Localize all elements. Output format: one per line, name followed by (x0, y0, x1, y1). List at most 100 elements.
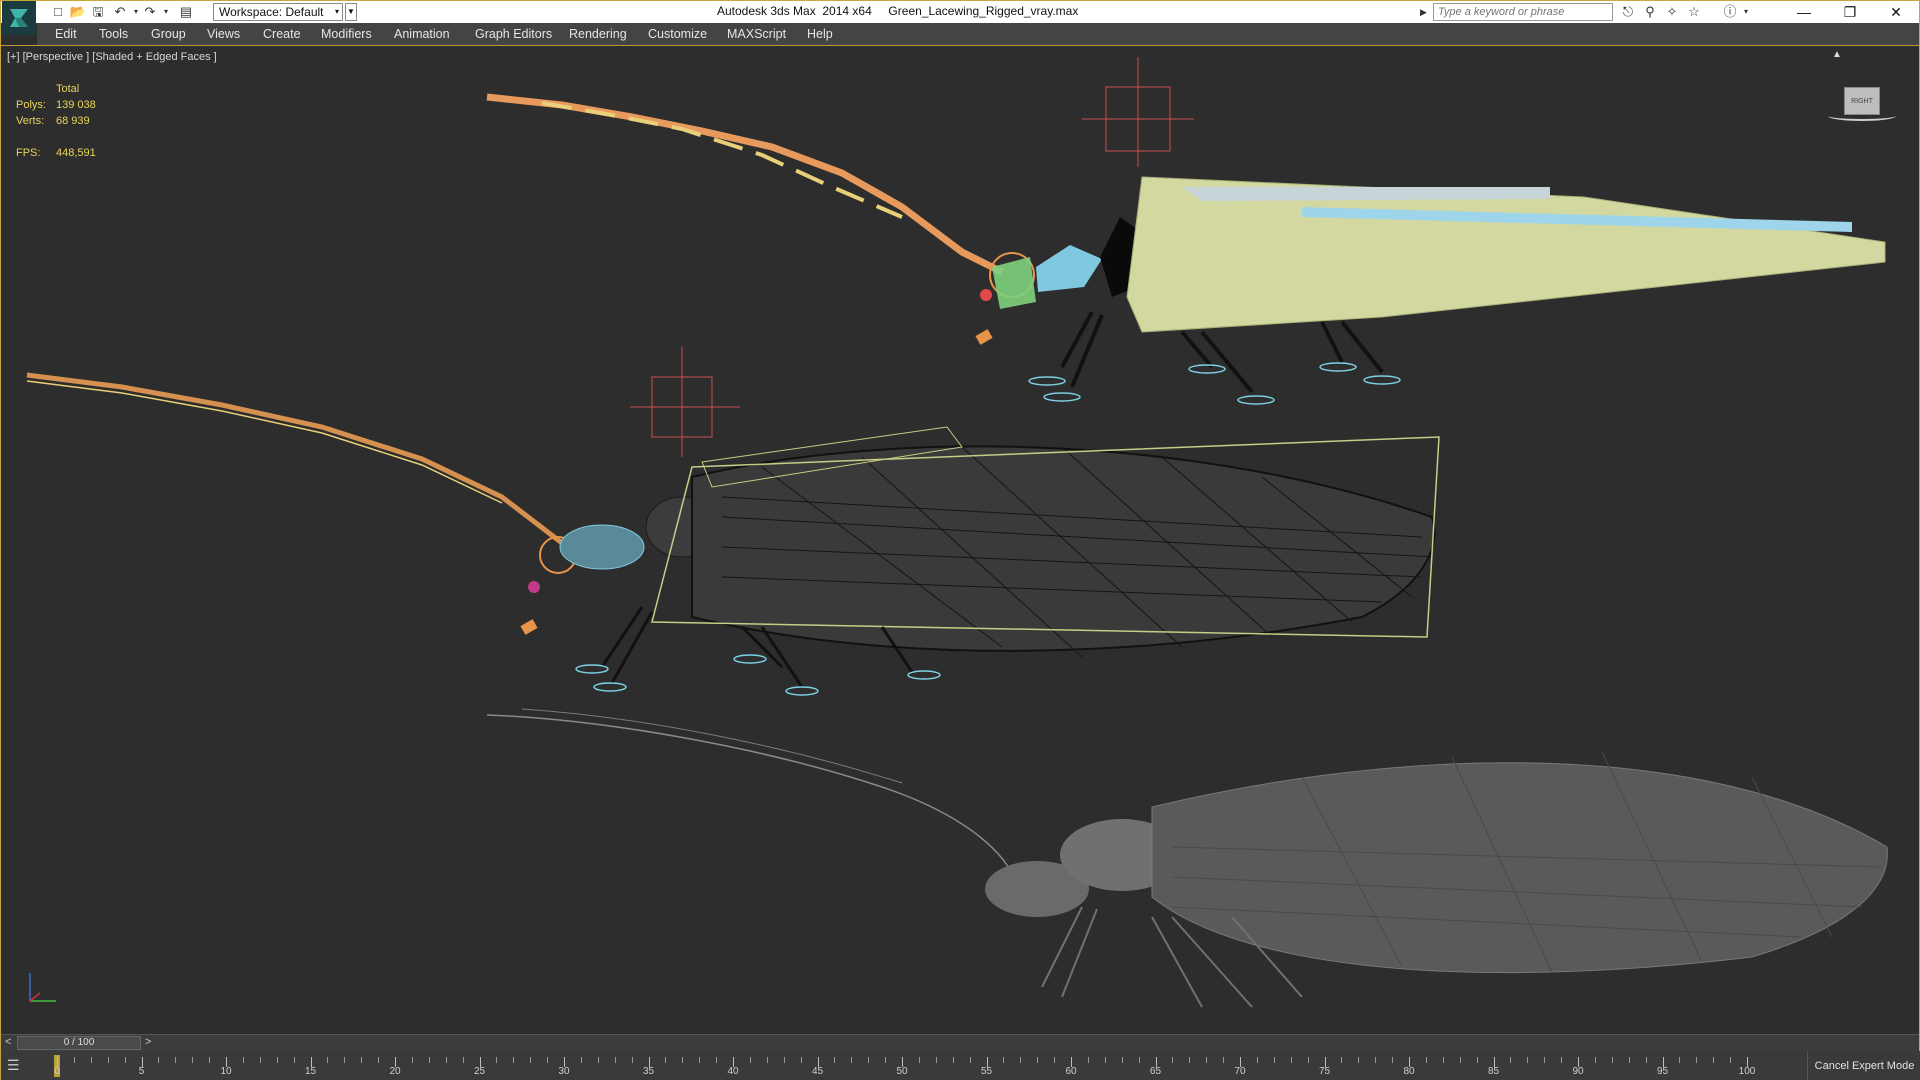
ruler-tick (1375, 1057, 1377, 1063)
ruler-tick (783, 1057, 785, 1063)
menu-edit[interactable]: Edit (55, 27, 77, 41)
menu-tools[interactable]: Tools (99, 27, 128, 41)
ruler-label: 20 (389, 1066, 401, 1077)
ruler-tick (1730, 1057, 1732, 1063)
communication-center-icon[interactable]: ⚲ (1641, 4, 1659, 20)
menu-customize[interactable]: Customize (648, 27, 707, 41)
ruler-tick (107, 1057, 109, 1063)
viewport-label[interactable]: [+] [Perspective ] [Shaded + Edged Faces… (7, 51, 217, 63)
ruler-tick (1020, 1057, 1022, 1063)
ruler-label: 95 (1656, 1066, 1669, 1077)
app-logo-icon[interactable] (2, 1, 36, 35)
ruler-tick (293, 1057, 295, 1063)
scene-canvas[interactable] (2, 47, 1918, 1034)
restore-icon[interactable]: ❐ (1827, 1, 1873, 23)
ruler-tick (124, 1057, 126, 1063)
ruler-tick (1611, 1057, 1613, 1063)
quick-access-customize-icon[interactable]: ▼ (345, 3, 357, 21)
ruler-tick (665, 1057, 667, 1063)
help-dropdown-icon[interactable]: ▾ (1737, 4, 1755, 20)
ruler-label: 45 (811, 1066, 824, 1077)
ruler-tick (699, 1057, 701, 1063)
save-icon[interactable]: 🖫 (89, 4, 107, 20)
window-title: Autodesk 3ds Max 2014 x64 Green_Lacewing… (717, 4, 1079, 18)
ruler-label: 55 (980, 1066, 993, 1077)
axis-tripod-icon (29, 973, 56, 1002)
ruler-tick (952, 1057, 954, 1063)
search-expand-icon[interactable]: ▶ (1420, 3, 1432, 21)
ruler-tick (547, 1057, 549, 1063)
menu-graph-editors[interactable]: Graph Editors (475, 27, 552, 41)
curve-editor-icon[interactable]: ☰ (7, 1057, 35, 1075)
search-input[interactable] (1433, 3, 1613, 21)
open-file-icon[interactable]: 📂 (69, 4, 87, 20)
menu-animation[interactable]: Animation (394, 27, 450, 41)
favorites-icon[interactable]: ✧ (1663, 4, 1681, 20)
ruler-tick (1561, 1057, 1563, 1063)
wireframe-model[interactable] (26, 347, 1440, 696)
menu-create[interactable]: Create (263, 27, 301, 41)
polys-value: 139 038 (56, 99, 96, 111)
menu-rendering[interactable]: Rendering (569, 27, 627, 41)
ruler-tick (851, 1057, 853, 1063)
perspective-viewport[interactable]: [+] [Perspective ] [Shaded + Edged Faces… (2, 47, 1918, 1034)
minimize-icon[interactable]: — (1781, 1, 1827, 23)
cancel-expert-mode-button[interactable]: Cancel Expert Mode (1807, 1051, 1920, 1080)
ruler-label: 0 (54, 1066, 60, 1077)
ruler-tick (1273, 1057, 1275, 1063)
viewcube-compass-ring[interactable] (1828, 111, 1896, 121)
time-slider[interactable]: 0 / 100 (17, 1036, 141, 1050)
ruler-tick (969, 1057, 971, 1063)
menu-help[interactable]: Help (807, 27, 833, 41)
frame-ruler[interactable]: 0 5 10 15 20 25 30 35 40 45 50 55 60 65 70 75 80 85 90 95 10… (51, 1051, 1755, 1080)
ruler-tick (885, 1057, 887, 1063)
ruler-tick (209, 1057, 211, 1063)
ruler-tick (1476, 1057, 1478, 1063)
menu-bar: Edit Tools Group Views Create Modifiers … (37, 23, 1919, 45)
ruler-label: 90 (1572, 1066, 1584, 1077)
new-file-icon[interactable]: □ (49, 4, 67, 20)
menu-maxscript[interactable]: MAXScript (727, 27, 786, 41)
star-icon[interactable]: ☆ (1685, 4, 1703, 20)
workspace-label: Workspace: Default (219, 5, 324, 19)
polys-label: Polys: (16, 99, 46, 111)
redo-dropdown-icon[interactable]: ▾ (157, 4, 175, 20)
menu-views[interactable]: Views (207, 27, 240, 41)
ruler-tick (428, 1057, 430, 1063)
ruler-tick (597, 1057, 599, 1063)
ruler-tick (1696, 1057, 1698, 1063)
ruler-tick (1054, 1057, 1056, 1063)
ruler-tick (158, 1057, 160, 1063)
previous-frame-button[interactable]: < (5, 1036, 11, 1048)
ruler-tick (378, 1057, 380, 1063)
binoculars-icon[interactable]: ⎋ (1619, 4, 1637, 20)
ruler-label: 65 (1149, 1066, 1162, 1077)
ruler-tick (1104, 1057, 1106, 1063)
menubar-divider (1, 45, 1919, 46)
home-icon[interactable]: ▲ (1832, 49, 1842, 60)
ruler-tick (834, 1057, 836, 1063)
ruler-label: 40 (727, 1066, 739, 1077)
close-icon[interactable]: ✕ (1873, 1, 1919, 23)
ruler-tick (1256, 1057, 1258, 1063)
ruler-tick (1425, 1057, 1427, 1063)
ruler-tick (496, 1057, 498, 1063)
stats-header: Total (56, 83, 80, 95)
rig-proxy-model[interactable] (486, 57, 1886, 405)
ruler-tick (1358, 1057, 1360, 1063)
ruler-tick (1087, 1057, 1089, 1063)
menu-modifiers[interactable]: Modifiers (321, 27, 372, 41)
track-bar[interactable]: ☰ 0 5 10 15 20 25 30 35 40 45 50 55 60 65 70 75 80 85 90 95… (1, 1051, 1919, 1080)
next-frame-button[interactable]: > (145, 1036, 151, 1048)
ruler-tick (1459, 1057, 1461, 1063)
shaded-model[interactable] (486, 708, 1888, 1008)
workspace-dropdown[interactable]: Workspace: Default ▾ (213, 3, 343, 21)
ruler-tick (90, 1057, 92, 1063)
chevron-down-icon: ▾ (334, 7, 339, 16)
ruler-label: 15 (304, 1066, 317, 1077)
ruler-tick (1544, 1057, 1546, 1063)
ruler-label: 30 (558, 1066, 570, 1077)
menu-group[interactable]: Group (151, 27, 186, 41)
ruler-tick (868, 1057, 870, 1063)
project-icon[interactable]: ▤ (177, 4, 195, 20)
